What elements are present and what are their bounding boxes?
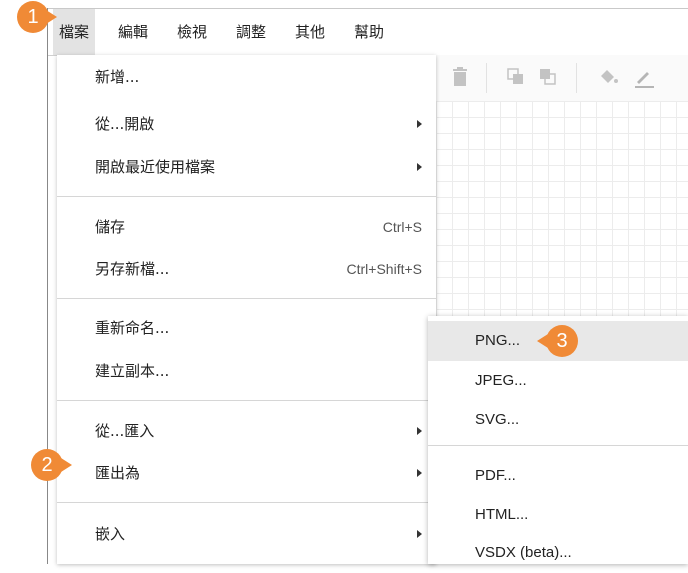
menu-item-import-from[interactable]: 從...匯入 — [57, 409, 436, 453]
menu-separator — [57, 400, 436, 401]
submenu-item-label: JPEG... — [475, 372, 527, 389]
toolbar-separator — [486, 63, 487, 93]
export-vsdx[interactable]: VSDX (beta)... — [428, 533, 688, 573]
submenu-arrow-icon — [417, 530, 422, 538]
shortcut-label: Ctrl+Shift+S — [346, 261, 422, 277]
menu-item-label: 匯出為 — [95, 464, 141, 482]
submenu-arrow-icon — [417, 120, 422, 128]
export-svg[interactable]: SVG... — [428, 400, 688, 440]
menu-item-open-from[interactable]: 從...開啟 — [57, 102, 436, 146]
submenu-item-label: PNG... — [475, 332, 521, 349]
callout-badge-1: 1 — [17, 1, 49, 33]
fill-color-icon[interactable] — [596, 65, 620, 89]
export-jpeg[interactable]: JPEG... — [428, 361, 688, 401]
menu-item-label: 建立副本... — [95, 362, 170, 380]
toolbar-separator — [576, 63, 577, 93]
menu-item-label: 新增... — [95, 68, 140, 86]
submenu-item-label: VSDX (beta)... — [475, 544, 572, 561]
to-back-icon[interactable] — [536, 65, 560, 89]
menu-item-export-as[interactable]: 匯出為 — [57, 451, 436, 495]
menu-separator — [57, 298, 436, 299]
export-html[interactable]: HTML... — [428, 495, 688, 535]
to-front-icon[interactable] — [504, 65, 528, 89]
menu-extras[interactable]: 其他 — [289, 9, 331, 55]
menu-item-label: 開啟最近使用檔案 — [95, 158, 216, 176]
callout-badge-2: 2 — [31, 449, 63, 481]
submenu-arrow-icon — [417, 163, 422, 171]
menu-separator — [57, 502, 436, 503]
menu-edit[interactable]: 編輯 — [112, 9, 154, 55]
menu-item-rename[interactable]: 重新命名... — [57, 306, 436, 350]
submenu-item-label: PDF... — [475, 467, 516, 484]
menu-item-label: 重新命名... — [95, 319, 170, 337]
menu-help[interactable]: 幫助 — [348, 9, 390, 55]
submenu-arrow-icon — [417, 469, 422, 477]
menu-item-label: 另存新檔... — [95, 260, 170, 278]
callout-badge-3: 3 — [546, 325, 578, 357]
menu-separator — [428, 445, 688, 446]
menu-item-duplicate[interactable]: 建立副本... — [57, 349, 436, 393]
menu-item-label: 從...開啟 — [95, 115, 155, 133]
file-menu-dropdown: 新增... 從...開啟 開啟最近使用檔案 儲存 Ctrl+S 另存新檔... … — [57, 55, 436, 564]
menu-view[interactable]: 檢視 — [171, 9, 213, 55]
line-color-icon[interactable] — [632, 65, 656, 89]
submenu-arrow-icon — [417, 427, 422, 435]
menu-item-label: 從...匯入 — [95, 422, 155, 440]
menu-arrange[interactable]: 調整 — [230, 9, 272, 55]
menubar: 檔案 編輯 檢視 調整 其他 幫助 — [48, 9, 688, 56]
menu-item-new[interactable]: 新增... — [57, 55, 436, 99]
delete-icon[interactable] — [448, 65, 472, 89]
menu-item-save-as[interactable]: 另存新檔... Ctrl+Shift+S — [57, 247, 436, 291]
export-pdf[interactable]: PDF... — [428, 456, 688, 496]
submenu-item-label: SVG... — [475, 411, 520, 428]
menu-item-save[interactable]: 儲存 Ctrl+S — [57, 205, 436, 249]
menu-file[interactable]: 檔案 — [53, 9, 96, 55]
menu-item-embed[interactable]: 嵌入 — [57, 512, 436, 556]
shortcut-label: Ctrl+S — [382, 219, 422, 235]
menu-item-label: 儲存 — [95, 218, 126, 236]
menu-separator — [57, 196, 436, 197]
menu-item-label: 嵌入 — [95, 525, 126, 543]
submenu-item-label: HTML... — [475, 506, 529, 523]
menu-item-open-recent[interactable]: 開啟最近使用檔案 — [57, 145, 436, 189]
toolbar — [436, 55, 688, 102]
